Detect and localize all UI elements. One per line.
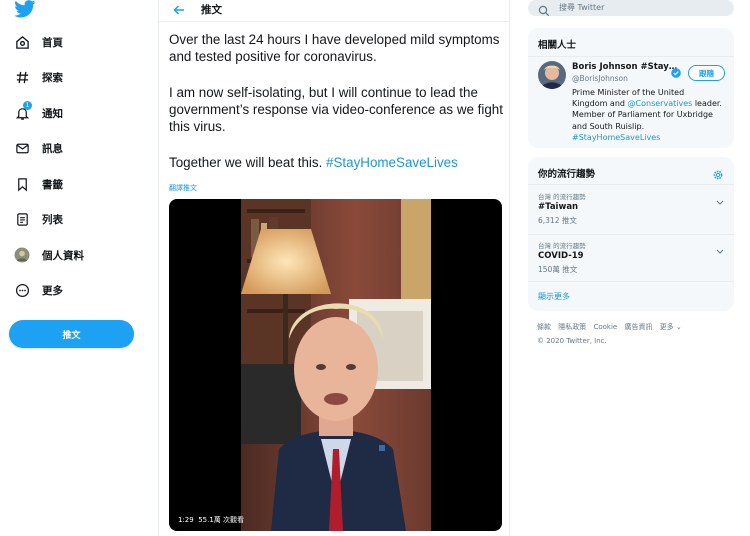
- chevron-down-icon[interactable]: [716, 240, 724, 259]
- trend-item[interactable]: 台灣 的流行趨勢 #Taiwan 6,312 推文: [528, 185, 734, 233]
- video-duration: 1:29: [178, 516, 194, 524]
- nav-item-profile[interactable]: 個人資料: [12, 241, 84, 269]
- divider: [528, 281, 734, 282]
- footer-link-cookie[interactable]: Cookie: [593, 323, 617, 331]
- hashtag-link[interactable]: #StayHomeSaveLives: [326, 155, 458, 170]
- nav-item-label: 列表: [42, 213, 63, 226]
- tweet-text-span: Together we will beat this.: [169, 155, 327, 170]
- notification-badge: 1: [23, 101, 32, 110]
- settings-gear-icon[interactable]: [712, 166, 724, 185]
- nav-item-label: 更多: [42, 284, 63, 297]
- video-frame: [241, 199, 431, 531]
- trend-name: #Taiwan: [538, 202, 579, 212]
- search-placeholder: 搜尋 Twitter: [559, 3, 605, 12]
- left-navigation: 首頁 探索 1 通知 訊息 書籤 列表 個人資料 更多 推文: [0, 0, 158, 536]
- footer-links: 條款 隱私政策 Cookie 廣告資訊 更多 ⌄: [537, 320, 737, 334]
- hashtag-icon: [12, 67, 32, 87]
- nav-item-messages[interactable]: 訊息: [12, 134, 63, 162]
- back-arrow-icon[interactable]: [171, 2, 187, 18]
- main-column: 推文 Over the last 24 hours I have develop…: [158, 0, 510, 536]
- follow-button[interactable]: 跟隨: [688, 65, 725, 81]
- verified-badge-icon: [671, 63, 681, 82]
- related-name[interactable]: Boris Johnson #Stay…: [572, 62, 677, 72]
- trends-title: 你的流行趨勢: [538, 169, 596, 180]
- translate-tweet-link[interactable]: 翻譯推文: [169, 183, 197, 193]
- page-title: 推文: [201, 4, 222, 16]
- trends-card: 你的流行趨勢 台灣 的流行趨勢 #Taiwan 6,312 推文 台灣 的流行趨…: [528, 157, 734, 311]
- trend-context: 台灣 的流行趨勢: [538, 193, 586, 201]
- search-icon: [538, 2, 550, 17]
- trend-context: 台灣 的流行趨勢: [538, 242, 586, 250]
- tweet-paragraph: Over the last 24 hours I have developed …: [169, 32, 500, 64]
- bell-icon: 1: [12, 101, 32, 123]
- chevron-down-icon[interactable]: [716, 191, 724, 210]
- show-more-link[interactable]: 顯示更多: [538, 291, 570, 302]
- related-avatar[interactable]: [538, 61, 566, 89]
- video-meta: 1:29 55.1萬 次觀看: [178, 515, 244, 525]
- more-icon: [12, 280, 32, 300]
- related-bio: Prime Minister of the United Kingdom and…: [572, 87, 722, 143]
- nav-item-label: 通知: [42, 107, 63, 120]
- footer-link-privacy[interactable]: 隱私政策: [558, 323, 586, 331]
- nav-item-bookmarks[interactable]: 書籤: [12, 170, 63, 198]
- bio-mention-link[interactable]: @Conservatives: [628, 99, 693, 108]
- compose-tweet-button[interactable]: 推文: [9, 320, 134, 348]
- copyright: © 2020 Twitter, Inc.: [537, 337, 607, 345]
- mail-icon: [12, 138, 32, 158]
- tweet-paragraph: I am now self-isolating, but I will cont…: [169, 85, 503, 134]
- nav-item-lists[interactable]: 列表: [12, 205, 63, 233]
- right-sidebar: 搜尋 Twitter 相關人士 Boris Johnson #Stay… @Bo…: [528, 0, 734, 536]
- video-views: 55.1萬 次觀看: [198, 516, 244, 524]
- twitter-logo-icon[interactable]: [14, 0, 36, 18]
- nav-item-explore[interactable]: 探索: [12, 63, 63, 91]
- trend-item[interactable]: 台灣 的流行趨勢 COVID-19 150萬 推文: [528, 235, 734, 283]
- footer-link-terms[interactable]: 條款: [537, 323, 551, 331]
- related-handle: @BorisJohnson: [572, 74, 628, 83]
- nav-item-label: 個人資料: [42, 249, 84, 262]
- nav-item-label: 訊息: [42, 142, 63, 155]
- nav-item-label: 探索: [42, 71, 63, 84]
- divider: [528, 56, 734, 57]
- trend-count: 150萬 推文: [538, 265, 578, 274]
- trend-count: 6,312 推文: [538, 216, 577, 225]
- related-people-title: 相關人士: [538, 40, 577, 51]
- nav-item-label: 書籤: [42, 178, 63, 191]
- bookmark-icon: [12, 174, 32, 194]
- nav-item-more[interactable]: 更多: [12, 276, 63, 304]
- nav-item-notifications[interactable]: 1 通知: [12, 99, 63, 127]
- video-player[interactable]: 1:29 55.1萬 次觀看: [169, 199, 502, 531]
- tweet-paragraph: Together we will beat this. #StayHomeSav…: [169, 154, 509, 171]
- nav-item-label: 首頁: [42, 36, 63, 49]
- footer-link-more[interactable]: 更多 ⌄: [660, 323, 682, 331]
- footer: 條款 隱私政策 Cookie 廣告資訊 更多 ⌄ © 2020 Twitter,…: [537, 320, 737, 348]
- search-bar[interactable]: 搜尋 Twitter: [528, 0, 734, 17]
- trend-name: COVID-19: [538, 251, 584, 261]
- footer-link-ads[interactable]: 廣告資訊: [624, 323, 652, 331]
- tweet-header: 推文: [159, 0, 510, 22]
- list-icon: [12, 209, 32, 229]
- bio-hashtag-link[interactable]: #StayHomeSaveLives: [572, 133, 660, 142]
- related-people-card: 相關人士 Boris Johnson #Stay… @BorisJohnson …: [528, 28, 734, 148]
- nav-item-home[interactable]: 首頁: [12, 28, 63, 56]
- home-icon: [12, 32, 32, 52]
- avatar-icon: [12, 245, 32, 265]
